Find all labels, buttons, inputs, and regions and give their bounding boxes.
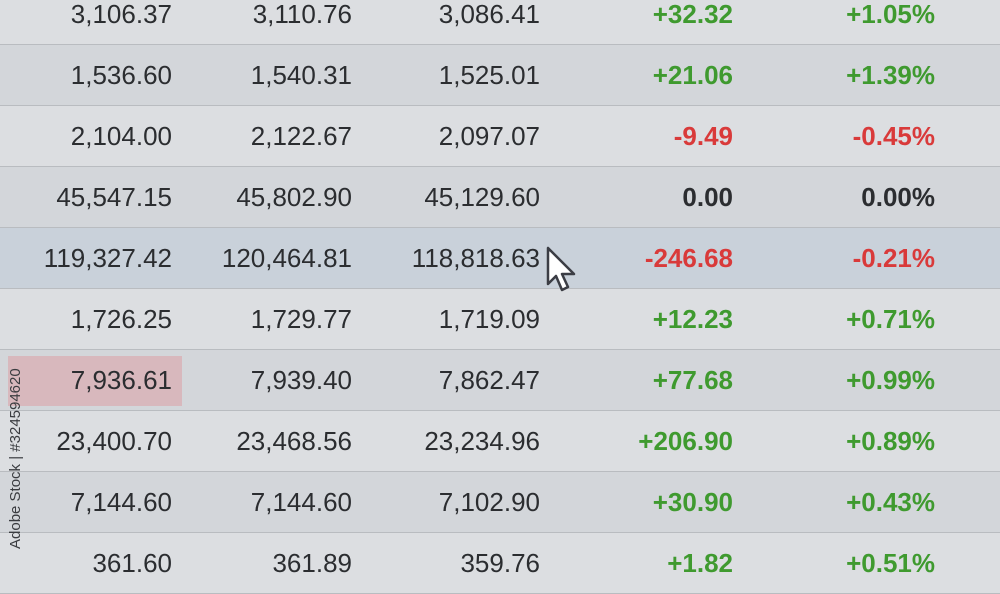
last-price-cell: 1,726.25 — [70, 304, 172, 334]
change-percent-cell: +0.51% — [846, 548, 935, 578]
quotes-table: 3,106.37 3,110.76 3,086.41 +32.32 +1.05%… — [0, 0, 1000, 594]
high-price-cell: 7,939.40 — [250, 365, 352, 395]
last-price-cell: 361.60 — [92, 548, 172, 578]
low-price-cell: 7,102.90 — [438, 487, 540, 517]
high-price-cell: 1,540.31 — [250, 60, 352, 90]
table-row[interactable]: 2,104.00 2,122.67 2,097.07 -9.49 -0.45% — [0, 106, 1000, 167]
low-price-cell: 118,818.63 — [411, 243, 540, 273]
low-price-cell: 1,719.09 — [438, 304, 540, 334]
change-percent-cell: +1.05% — [846, 0, 935, 29]
last-price-cell: 45,547.15 — [56, 182, 172, 212]
low-price-cell: 3,086.41 — [438, 0, 540, 29]
table-row-selected[interactable]: 119,327.42 120,464.81 118,818.63 -246.68… — [0, 228, 1000, 289]
high-price-cell: 120,464.81 — [221, 243, 352, 273]
high-price-cell: 23,468.56 — [236, 426, 352, 456]
mouse-pointer-icon — [546, 246, 576, 292]
change-cell: +32.32 — [652, 0, 733, 29]
low-price-cell: 1,525.01 — [438, 60, 540, 90]
change-cell: +21.06 — [652, 60, 733, 90]
change-cell: -9.49 — [673, 121, 733, 151]
high-price-cell: 7,144.60 — [250, 487, 352, 517]
last-price-cell: 1,536.60 — [70, 60, 172, 90]
high-price-cell: 361.89 — [272, 548, 352, 578]
table-row[interactable]: 7,936.61 7,939.40 7,862.47 +77.68 +0.99% — [0, 350, 1000, 411]
low-price-cell: 23,234.96 — [424, 426, 540, 456]
table-row[interactable]: 3,106.37 3,110.76 3,086.41 +32.32 +1.05% — [0, 0, 1000, 45]
change-cell: -246.68 — [644, 243, 733, 273]
change-cell: +12.23 — [652, 304, 733, 334]
change-percent-cell: +0.99% — [846, 365, 935, 395]
table-row[interactable]: 45,547.15 45,802.90 45,129.60 0.00 0.00% — [0, 167, 1000, 228]
change-percent-cell: +0.89% — [846, 426, 935, 456]
last-price-cell: 119,327.42 — [43, 243, 172, 273]
table-row[interactable]: 23,400.70 23,468.56 23,234.96 +206.90 +0… — [0, 411, 1000, 472]
low-price-cell: 7,862.47 — [438, 365, 540, 395]
change-percent-cell: +1.39% — [846, 60, 935, 90]
last-price-cell: 7,936.61 — [70, 365, 172, 395]
change-percent-cell: +0.43% — [846, 487, 935, 517]
change-cell: +30.90 — [652, 487, 733, 517]
change-cell: +1.82 — [667, 548, 733, 578]
last-price-cell: 7,144.60 — [70, 487, 172, 517]
high-price-cell: 3,110.76 — [252, 0, 352, 29]
last-price-cell: 2,104.00 — [70, 121, 172, 151]
change-percent-cell: -0.45% — [852, 121, 935, 151]
table-row[interactable]: 1,726.25 1,729.77 1,719.09 +12.23 +0.71% — [0, 289, 1000, 350]
low-price-cell: 45,129.60 — [424, 182, 540, 212]
change-percent-cell: -0.21% — [852, 243, 935, 273]
high-price-cell: 45,802.90 — [236, 182, 352, 212]
change-cell: +206.90 — [638, 426, 733, 456]
watermark-label: Adobe Stock | #324594620 — [7, 368, 24, 549]
high-price-cell: 1,729.77 — [250, 304, 352, 334]
table-row[interactable]: 1,536.60 1,540.31 1,525.01 +21.06 +1.39% — [0, 45, 1000, 106]
low-price-cell: 359.76 — [460, 548, 540, 578]
change-percent-cell: +0.71% — [846, 304, 935, 334]
last-price-cell: 23,400.70 — [56, 426, 172, 456]
table-row[interactable]: 361.60 361.89 359.76 +1.82 +0.51% — [0, 533, 1000, 594]
change-cell: 0.00 — [682, 182, 733, 212]
low-price-cell: 2,097.07 — [438, 121, 540, 151]
high-price-cell: 2,122.67 — [250, 121, 352, 151]
change-cell: +77.68 — [652, 365, 733, 395]
change-percent-cell: 0.00% — [861, 182, 935, 212]
table-row[interactable]: 7,144.60 7,144.60 7,102.90 +30.90 +0.43% — [0, 472, 1000, 533]
last-price-cell: 3,106.37 — [70, 0, 172, 29]
